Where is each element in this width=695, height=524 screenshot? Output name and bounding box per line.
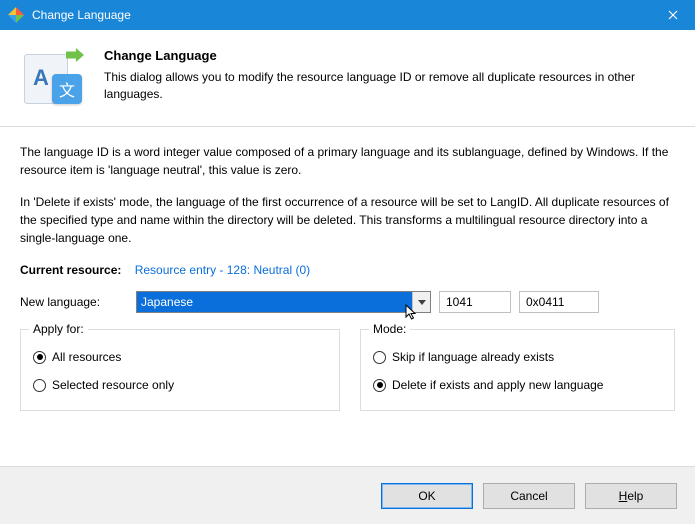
current-resource-label: Current resource:	[20, 263, 121, 277]
radio-delete-if-exists[interactable]: Delete if exists and apply new language	[373, 378, 662, 392]
radio-skip-if-exists[interactable]: Skip if language already exists	[373, 350, 662, 364]
combobox-arrow[interactable]	[412, 292, 430, 312]
chevron-down-icon	[418, 300, 426, 305]
help-button[interactable]: Help	[585, 483, 677, 509]
apply-for-group: Apply for: All resources Selected resour…	[20, 329, 340, 411]
radio-selected-only[interactable]: Selected resource only	[33, 378, 327, 392]
lang-id-hex-input[interactable]	[519, 291, 599, 313]
header: 文 Change Language This dialog allows you…	[0, 30, 695, 127]
mode-group: Mode: Skip if language already exists De…	[360, 329, 675, 411]
window-title: Change Language	[32, 8, 650, 22]
language-icon: 文	[20, 48, 84, 112]
new-language-label: New language:	[20, 295, 128, 309]
current-resource-row: Current resource: Resource entry - 128: …	[20, 263, 675, 277]
radio-icon	[373, 379, 386, 392]
ok-button[interactable]: OK	[381, 483, 473, 509]
radio-icon	[33, 379, 46, 392]
new-language-row: New language: Japanese	[20, 291, 675, 313]
dialog-body: The language ID is a word integer value …	[0, 127, 695, 419]
lang-id-decimal-input[interactable]	[439, 291, 511, 313]
header-heading: Change Language	[104, 48, 675, 63]
radio-icon	[33, 351, 46, 364]
app-icon	[8, 7, 24, 23]
close-icon	[668, 10, 678, 20]
cancel-button[interactable]: Cancel	[483, 483, 575, 509]
radio-label: Delete if exists and apply new language	[392, 378, 603, 392]
dialog-footer: OK Cancel Help	[0, 466, 695, 524]
info-text-1: The language ID is a word integer value …	[20, 143, 675, 179]
language-combobox[interactable]: Japanese	[136, 291, 431, 313]
mode-legend: Mode:	[369, 322, 410, 336]
language-selected-value: Japanese	[137, 292, 412, 312]
radio-icon	[373, 351, 386, 364]
close-button[interactable]	[650, 0, 695, 30]
apply-for-legend: Apply for:	[29, 322, 88, 336]
help-button-rest: elp	[627, 489, 643, 503]
current-resource-link[interactable]: Resource entry - 128: Neutral (0)	[135, 263, 310, 277]
radio-all-resources[interactable]: All resources	[33, 350, 327, 364]
radio-label: All resources	[52, 350, 121, 364]
titlebar: Change Language	[0, 0, 695, 30]
radio-label: Skip if language already exists	[392, 350, 554, 364]
radio-label: Selected resource only	[52, 378, 174, 392]
header-description: This dialog allows you to modify the res…	[104, 69, 675, 104]
info-text-2: In 'Delete if exists' mode, the language…	[20, 193, 675, 247]
